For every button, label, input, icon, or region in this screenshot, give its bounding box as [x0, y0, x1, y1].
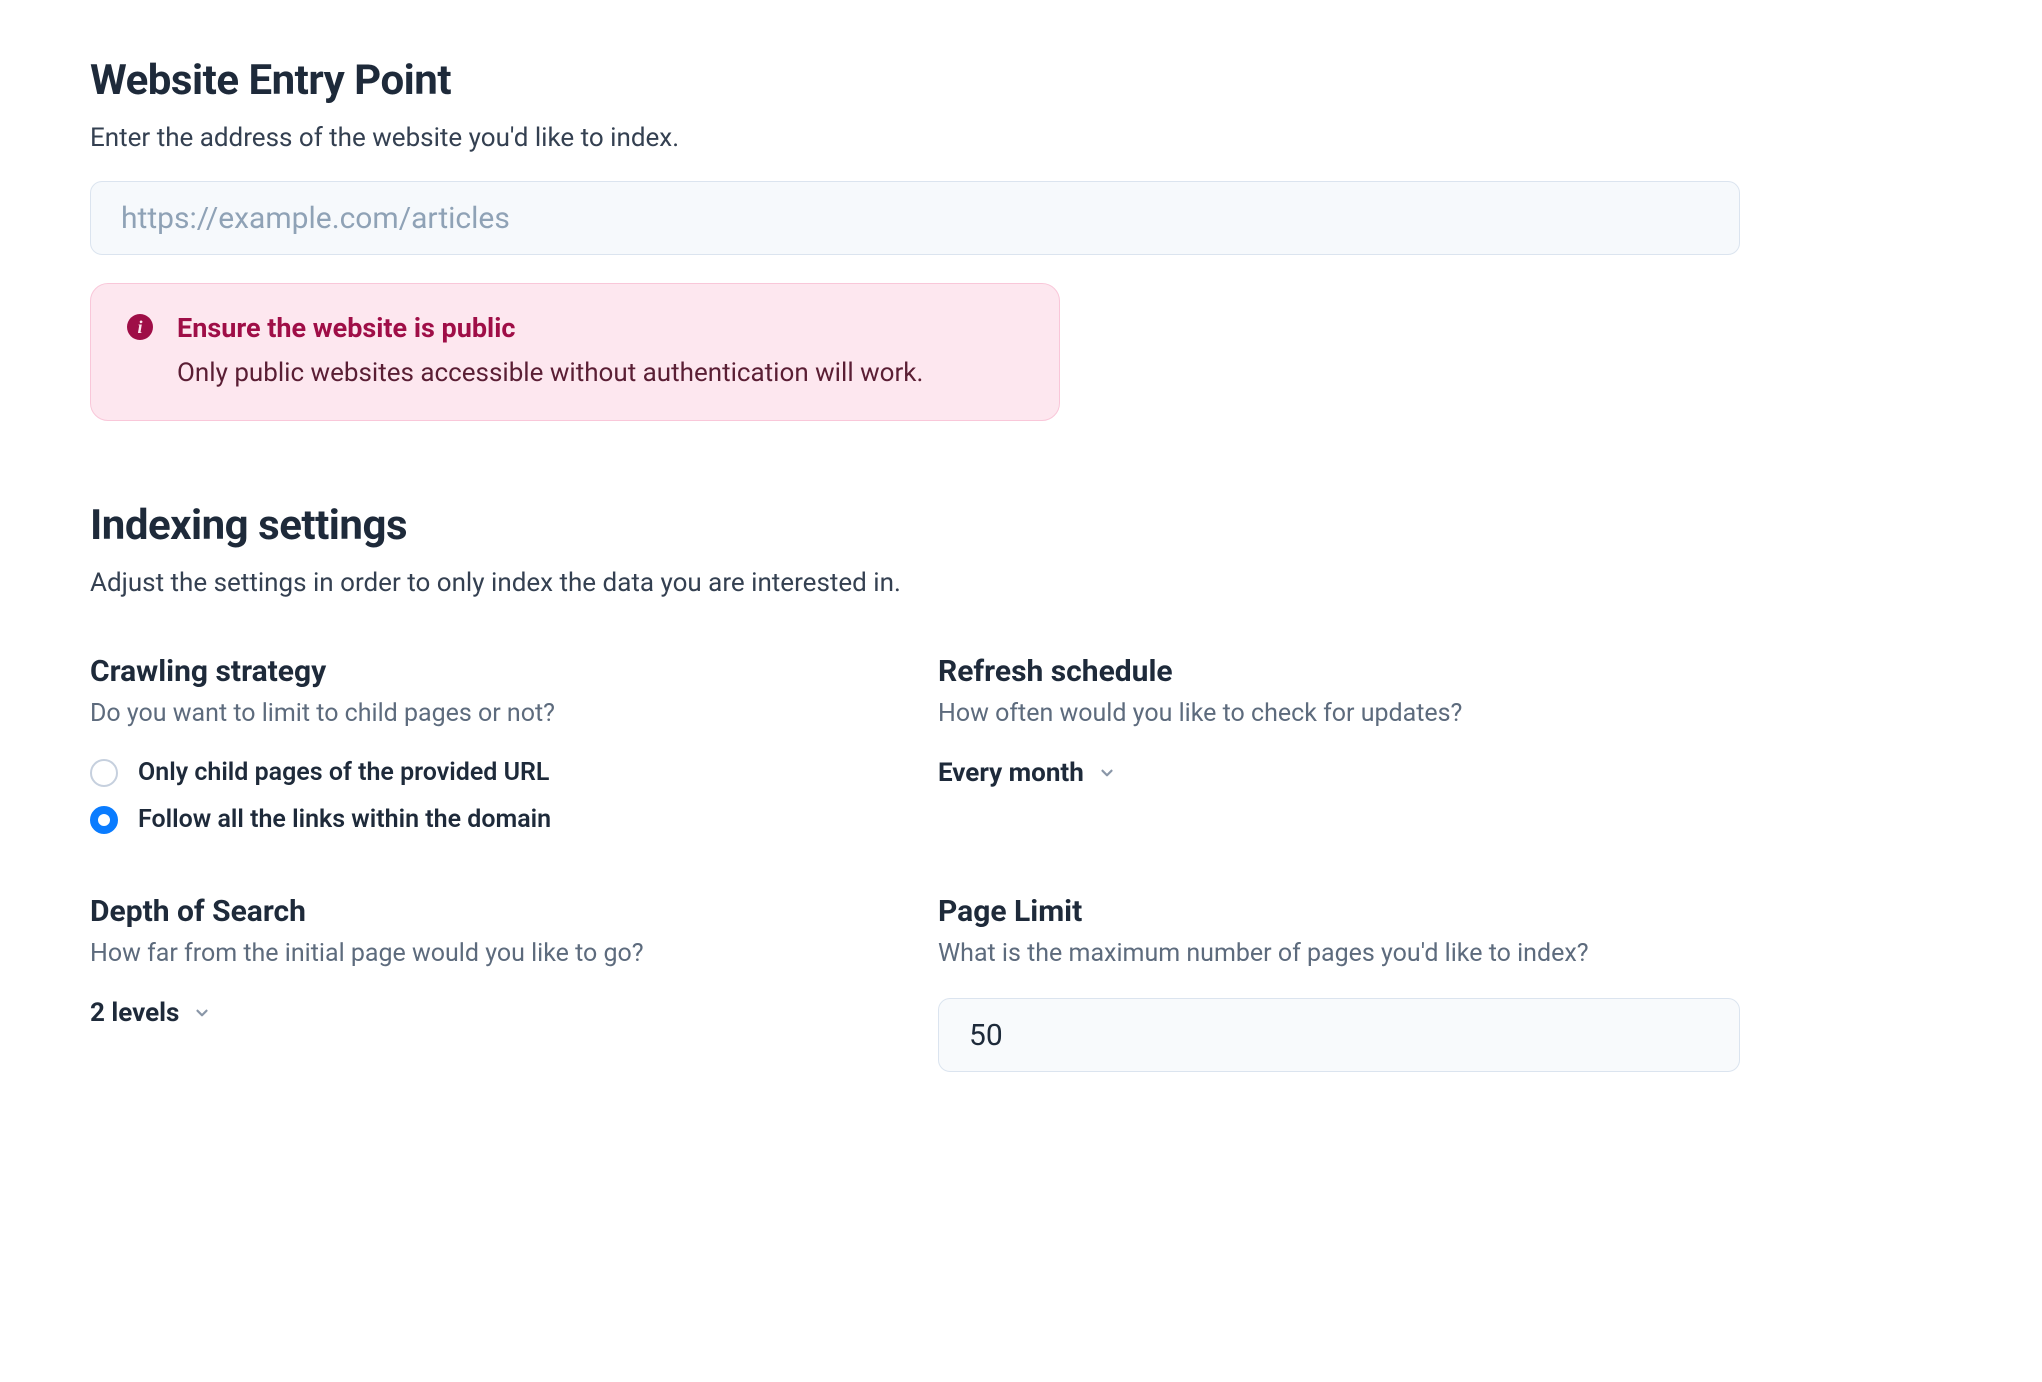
entry-point-desc: Enter the address of the website you'd l…	[90, 123, 1952, 153]
radio-icon	[90, 759, 118, 787]
crawling-title: Crawling strategy	[90, 654, 938, 689]
refresh-desc: How often would you like to check for up…	[938, 699, 1786, 728]
radio-child-pages[interactable]: Only child pages of the provided URL	[90, 758, 938, 787]
crawling-radio-group: Only child pages of the provided URL Fol…	[90, 758, 938, 834]
refresh-title: Refresh schedule	[938, 654, 1786, 689]
crawling-desc: Do you want to limit to child pages or n…	[90, 699, 938, 728]
page-limit-title: Page Limit	[938, 894, 1786, 929]
settings-grid: Crawling strategy Do you want to limit t…	[90, 654, 1740, 1072]
depth-of-search-field: Depth of Search How far from the initial…	[90, 894, 938, 1072]
radio-icon	[90, 806, 118, 834]
url-input[interactable]	[90, 181, 1740, 255]
public-website-alert: i Ensure the website is public Only publ…	[90, 283, 1060, 421]
info-icon: i	[127, 314, 153, 340]
refresh-schedule-field: Refresh schedule How often would you lik…	[938, 654, 1786, 834]
alert-title: Ensure the website is public	[177, 312, 1023, 344]
page-limit-field: Page Limit What is the maximum number of…	[938, 894, 1786, 1072]
radio-follow-links[interactable]: Follow all the links within the domain	[90, 805, 938, 834]
radio-label: Follow all the links within the domain	[138, 805, 551, 834]
entry-point-section: Website Entry Point Enter the address of…	[90, 56, 1952, 421]
page-limit-input[interactable]	[938, 998, 1740, 1072]
alert-body: Ensure the website is public Only public…	[177, 312, 1023, 388]
indexing-settings-section: Indexing settings Adjust the settings in…	[90, 501, 1952, 1072]
page-limit-desc: What is the maximum number of pages you'…	[938, 939, 1786, 968]
radio-label: Only child pages of the provided URL	[138, 758, 549, 787]
refresh-dropdown[interactable]: Every month	[938, 758, 1116, 788]
chevron-down-icon	[1098, 764, 1116, 782]
alert-icon-wrap: i	[127, 312, 153, 388]
alert-text: Only public websites accessible without …	[177, 358, 1023, 388]
depth-title: Depth of Search	[90, 894, 938, 929]
indexing-settings-title: Indexing settings	[90, 501, 1952, 550]
indexing-settings-desc: Adjust the settings in order to only ind…	[90, 568, 1952, 598]
refresh-dropdown-label: Every month	[938, 758, 1084, 788]
chevron-down-icon	[193, 1004, 211, 1022]
depth-dropdown[interactable]: 2 levels	[90, 998, 211, 1028]
entry-point-title: Website Entry Point	[90, 56, 1952, 105]
crawling-strategy-field: Crawling strategy Do you want to limit t…	[90, 654, 938, 834]
depth-desc: How far from the initial page would you …	[90, 939, 938, 968]
depth-dropdown-label: 2 levels	[90, 998, 179, 1028]
